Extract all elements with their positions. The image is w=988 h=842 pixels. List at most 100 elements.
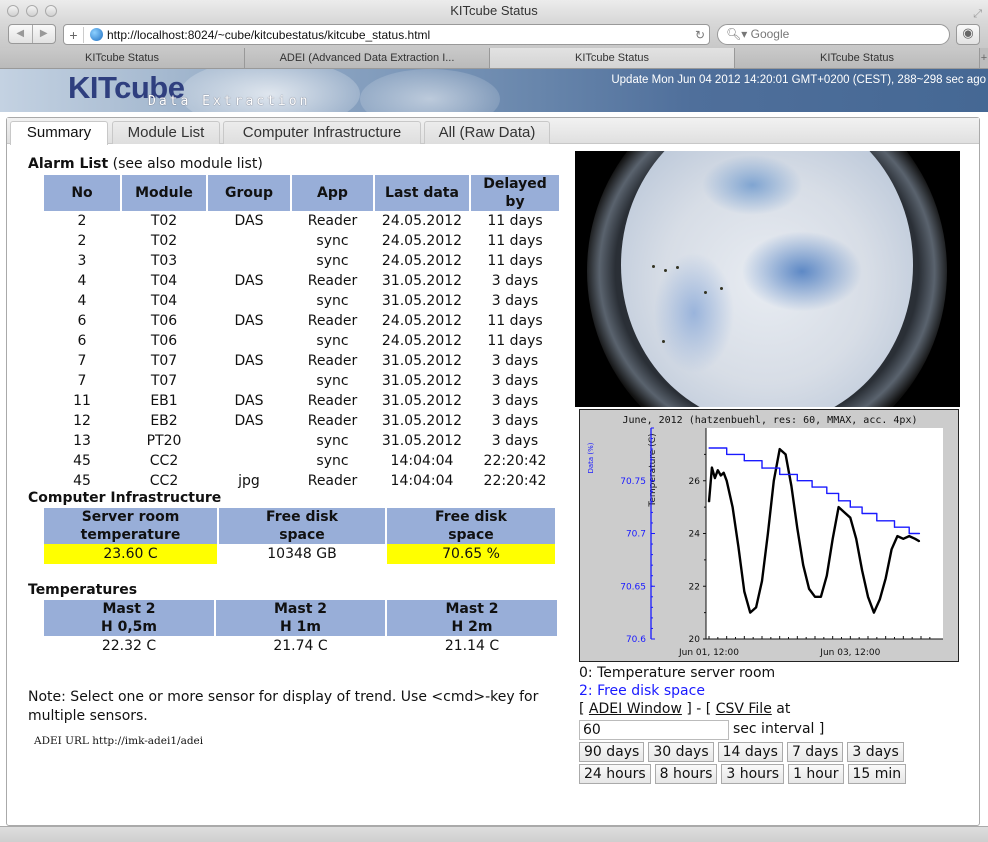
temperatures-value-row: 22.32 C 21.74 C 21.14 C (44, 636, 557, 656)
selection-note: Note: Select one or more sensor for disp… (28, 689, 539, 724)
range-7-days-button[interactable]: 7 days (786, 742, 844, 762)
tab-module-list[interactable]: Module List (112, 121, 220, 144)
header-line: Free disk (435, 509, 507, 525)
browser-tab-active[interactable]: KITcube Status (490, 48, 735, 68)
tab-computer-infrastructure[interactable]: Computer Infrastructure (223, 121, 421, 144)
range-buttons-row-2: 24 hours 8 hours 3 hours 1 hour 15 min (579, 764, 907, 784)
temperature-point (802, 564, 804, 566)
alarm-row[interactable]: 7 T07 DAS Reader 31.05.2012 3 days (44, 351, 559, 371)
alarm-list-heading: Alarm List (see also module list) (28, 156, 263, 172)
tab-all-raw-data[interactable]: All (Raw Data) (424, 121, 550, 144)
trend-chart[interactable]: June, 2012 (hatzenbuehl, res: 60, MMAX, … (579, 409, 959, 662)
forward-button[interactable]: ▶ (33, 25, 56, 43)
infra-header-server-temp[interactable]: Server room temperature (44, 508, 217, 544)
alarm-group (208, 251, 290, 271)
range-3-hours-button[interactable]: 3 hours (721, 764, 785, 784)
temp-value-h1[interactable]: 21.74 C (216, 636, 385, 656)
alarm-row[interactable]: 13 PT20 sync 31.05.2012 3 days (44, 431, 559, 451)
browser-tab[interactable]: ADEI (Advanced Data Extraction I... (245, 48, 490, 68)
temperature-point (861, 569, 863, 571)
temperature-point (867, 596, 869, 598)
free-disk-percent-value[interactable]: 70.65 % (387, 544, 555, 564)
alarm-row[interactable]: 45 CC2 sync 14:04:04 22:20:42 (44, 451, 559, 471)
temperature-point (873, 612, 875, 614)
alarm-row[interactable]: 11 EB1 DAS Reader 31.05.2012 3 days (44, 391, 559, 411)
temp-value-h2[interactable]: 21.14 C (387, 636, 557, 656)
header-line: Server room (81, 509, 180, 525)
interval-input[interactable] (579, 720, 729, 740)
infra-header-disk-pct[interactable]: Free disk space (387, 508, 555, 544)
alarm-row[interactable]: 45 CC2 jpg Reader 14:04:04 22:20:42 (44, 471, 559, 491)
legend-temperature[interactable]: 0: Temperature server room (579, 665, 775, 681)
legend-disk-space[interactable]: 2: Free disk space (579, 683, 705, 699)
reload-icon[interactable]: ↻ (691, 28, 709, 42)
alarm-module: T06 (150, 333, 178, 349)
range-14-days-button[interactable]: 14 days (717, 742, 783, 762)
zoom-window-button[interactable] (45, 5, 57, 17)
alarm-row[interactable]: 7 T07 sync 31.05.2012 3 days (44, 371, 559, 391)
lens-dust-spot (676, 266, 679, 269)
browser-tab[interactable]: KITcube Status (735, 48, 980, 68)
alarm-app: sync (316, 433, 349, 449)
infra-header-disk-gb[interactable]: Free disk space (219, 508, 385, 544)
disk-space-point (908, 532, 910, 535)
range-90-days-button[interactable]: 90 days (579, 742, 645, 762)
alarm-app: sync (316, 293, 349, 309)
csv-file-link[interactable]: CSV File (716, 701, 772, 717)
alarm-no: 45 (73, 473, 91, 489)
temperature-point (826, 575, 828, 577)
temp-header-h05[interactable]: Mast 2 H 0,5m (44, 600, 214, 636)
alarm-row[interactable]: 12 EB2 DAS Reader 31.05.2012 3 days (44, 411, 559, 431)
alarm-module: CC2 (149, 453, 179, 469)
alarm-row[interactable]: 4 T04 sync 31.05.2012 3 days (44, 291, 559, 311)
url-text[interactable]: http://localhost:8024/~cube/kitcubestatu… (107, 28, 691, 42)
new-tab-button[interactable]: + (980, 48, 988, 68)
range-30-days-button[interactable]: 30 days (648, 742, 714, 762)
lens-dust-spot (704, 291, 707, 294)
temp-header-h1[interactable]: Mast 2 H 1m (216, 600, 385, 636)
alarm-group: jpg (238, 473, 260, 489)
alarm-module: T07 (150, 353, 178, 369)
tab-summary[interactable]: Summary (10, 121, 108, 145)
alarm-row[interactable]: 6 T06 DAS Reader 24.05.2012 11 days (44, 311, 559, 331)
range-1-hour-button[interactable]: 1 hour (788, 764, 844, 784)
free-disk-gb-value[interactable]: 10348 GB (219, 544, 385, 564)
reader-button[interactable]: ◉ (956, 24, 980, 45)
alarm-row[interactable]: 6 T06 sync 24.05.2012 11 days (44, 331, 559, 351)
alarm-group: DAS (234, 393, 264, 409)
alarm-row[interactable]: 2 T02 sync 24.05.2012 11 days (44, 231, 559, 251)
back-button[interactable]: ◀ (9, 25, 33, 43)
address-bar[interactable]: + http://localhost:8024/~cube/kitcubesta… (63, 24, 710, 45)
minimize-window-button[interactable] (26, 5, 38, 17)
alarm-no: 6 (77, 313, 87, 329)
alarm-list-note[interactable]: (see also module list) (108, 156, 263, 172)
alarm-group (208, 231, 290, 251)
window-titlebar: KITcube Status ⤢ (0, 0, 988, 22)
add-bookmark-icon[interactable]: + (64, 26, 84, 43)
disk-space-point (849, 506, 851, 508)
column-header: Module (122, 175, 206, 211)
range-15-min-button[interactable]: 15 min (847, 764, 907, 784)
temperatures-table: Mast 2 H 0,5m Mast 2 H 1m Mast 2 H 2m 22.32… (42, 600, 559, 656)
banner-cloud-decoration (360, 69, 500, 112)
adei-window-link[interactable]: ADEI Window (589, 701, 682, 717)
alarm-row[interactable]: 3 T03 sync 24.05.2012 11 days (44, 251, 559, 271)
close-window-button[interactable] (7, 5, 19, 17)
server-room-temperature-value[interactable]: 23.60 C (44, 544, 217, 564)
temp-value-h05[interactable]: 22.32 C (44, 636, 214, 656)
search-placeholder: Google (750, 27, 790, 41)
alarm-row[interactable]: 2 T02 DAS Reader 24.05.2012 11 days (44, 211, 559, 231)
range-24-hours-button[interactable]: 24 hours (579, 764, 651, 784)
alarm-last-data: 31.05.2012 (381, 353, 463, 369)
column-header: App (292, 175, 373, 211)
temperature-point (761, 580, 763, 582)
temperature-point (902, 538, 904, 540)
range-8-hours-button[interactable]: 8 hours (654, 764, 718, 784)
temp-header-h2[interactable]: Mast 2 H 2m (387, 600, 557, 636)
temperature-point (832, 538, 834, 540)
browser-tab[interactable]: KITcube Status (0, 48, 245, 68)
alarm-row[interactable]: 4 T04 DAS Reader 31.05.2012 3 days (44, 271, 559, 291)
search-field[interactable]: 🔍︎▾ Google (717, 24, 950, 45)
alarm-last-data: 24.05.2012 (381, 253, 463, 269)
range-3-days-button[interactable]: 3 days (847, 742, 904, 762)
